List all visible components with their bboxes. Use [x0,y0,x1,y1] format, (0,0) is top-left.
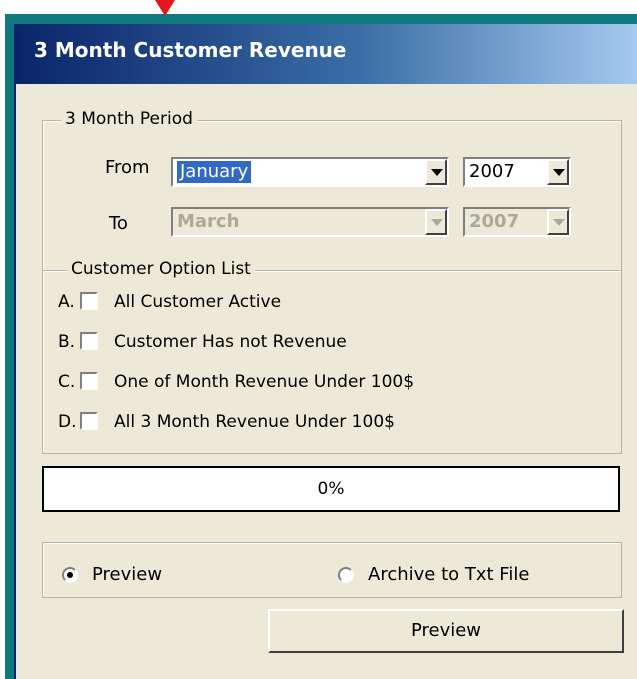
from-year-dropdown-icon[interactable] [547,159,569,185]
option-letter: A. [58,292,75,312]
option-a-checkbox[interactable] [80,292,98,310]
to-year-value: 2007 [469,211,520,232]
progress-bar: 0% [42,466,620,512]
option-label: All 3 Month Revenue Under 100$ [114,412,395,432]
from-month-select[interactable]: January [171,157,449,187]
option-d-checkbox[interactable] [80,412,98,430]
to-month-dropdown-icon [425,209,447,235]
archive-radio-label[interactable]: Archive to Txt File [368,564,529,585]
dialog-window: 3 Month Customer Revenue 3 Month Period … [14,24,637,679]
option-label: All Customer Active [114,292,282,312]
period-legend: 3 Month Period [61,109,197,129]
to-year-select: 2007 [463,207,571,237]
option-b-checkbox[interactable] [80,332,98,350]
to-month-value: March [177,211,240,232]
option-c-checkbox[interactable] [80,372,98,390]
to-year-dropdown-icon [547,209,569,235]
preview-button[interactable]: Preview [268,609,624,653]
from-label: From [105,157,150,178]
progress-text: 0% [317,479,345,499]
from-year-value: 2007 [469,161,515,182]
option-letter: B. [58,332,76,352]
to-label: To [109,213,128,234]
from-month-value: January [177,161,252,183]
preview-radio-label[interactable]: Preview [92,564,162,585]
to-month-select: March [171,207,449,237]
archive-radio[interactable] [338,567,354,583]
option-label: Customer Has not Revenue [114,332,347,352]
option-label: One of Month Revenue Under 100$ [114,372,415,392]
option-letter: C. [58,372,76,392]
option-letter: D. [58,412,77,432]
period-groupbox: 3 Month Period From January 2007 To Marc… [42,109,622,272]
title-bar[interactable]: 3 Month Customer Revenue [16,24,637,84]
from-year-select[interactable]: 2007 [463,157,571,187]
pointer-arrow-icon [155,0,175,16]
window-title: 3 Month Customer Revenue [34,38,347,62]
preview-radio[interactable] [62,567,78,583]
options-legend: Customer Option List [67,259,255,279]
from-month-dropdown-icon[interactable] [425,159,447,185]
